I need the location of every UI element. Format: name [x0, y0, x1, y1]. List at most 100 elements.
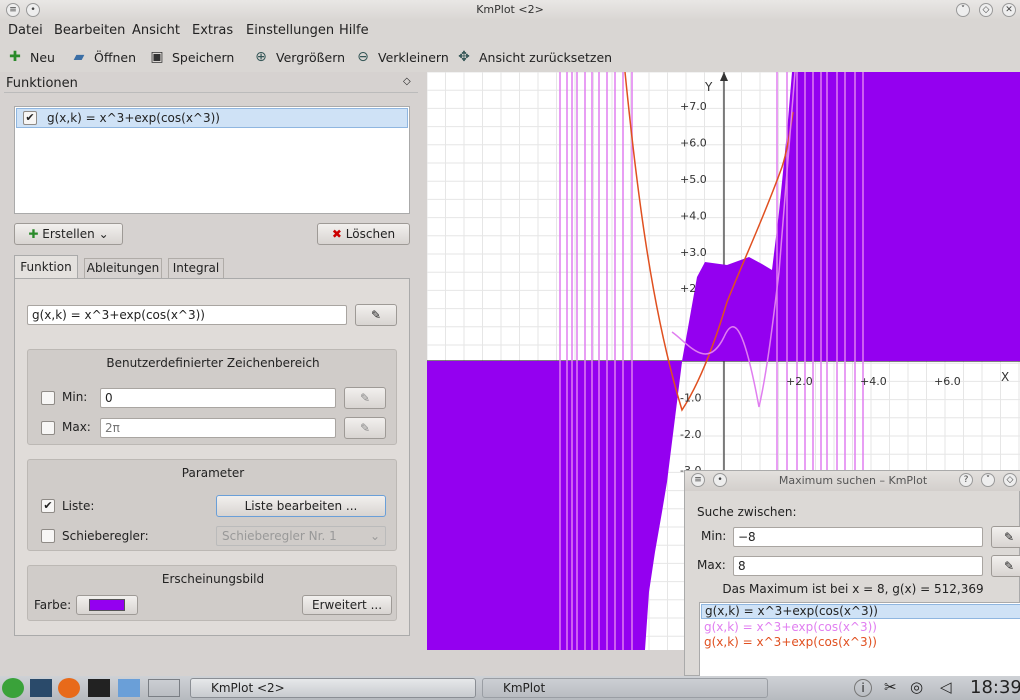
- y-tick-label: -2.0: [680, 428, 701, 441]
- dialog-max-label: Max:: [697, 558, 726, 572]
- result-text: Das Maximum ist bei x = 8, g(x) = 512,36…: [722, 582, 984, 596]
- x-tick-label: +6.0: [934, 375, 961, 388]
- create-button[interactable]: ✚ Erstellen ⌄: [14, 223, 123, 245]
- parameter-group: Parameter ✔ Liste: Liste bearbeiten ... …: [27, 459, 397, 551]
- dialog-edit-max-button[interactable]: ✎: [991, 555, 1020, 577]
- list-checkbox[interactable]: ✔: [41, 499, 55, 513]
- dialog-min-label: Min:: [701, 529, 727, 543]
- menu-extras[interactable]: Extras: [192, 23, 233, 38]
- color-button[interactable]: [76, 595, 138, 615]
- dialog-function-list: g(x,k) = x^3+exp(cos(x^3)) g(x,k) = x^3+…: [699, 602, 1020, 677]
- info-icon[interactable]: i: [854, 679, 872, 697]
- dialog-titlebar: ≡ • Maximum suchen – KmPlot ? ˅ ◇: [685, 471, 1020, 491]
- desktop-icon[interactable]: [30, 679, 52, 697]
- firefox-icon[interactable]: [58, 678, 80, 698]
- task-kmplot-2[interactable]: KmPlot <2>: [190, 678, 476, 698]
- move-icon: ✥: [458, 49, 470, 65]
- x-tick-label: +4.0: [860, 375, 887, 388]
- min-field[interactable]: 0: [100, 388, 336, 408]
- clock: 18:39: [970, 677, 1020, 698]
- panel-title: Funktionen: [6, 76, 78, 91]
- pin-icon[interactable]: •: [26, 3, 40, 17]
- max-checkbox[interactable]: [41, 421, 55, 435]
- dialog-max-field[interactable]: 8: [733, 556, 983, 576]
- list-item[interactable]: g(x,k) = x^3+exp(cos(x^3)): [701, 604, 1020, 619]
- minimize-button[interactable]: ˅: [956, 3, 970, 17]
- y-tick-label: +4.0: [680, 209, 707, 222]
- slider-checkbox[interactable]: [41, 529, 55, 543]
- network-icon[interactable]: ◎: [910, 678, 923, 696]
- edit-equation-button[interactable]: ✎: [355, 304, 397, 326]
- menu-datei[interactable]: Datei: [8, 23, 43, 38]
- menubar: Datei Bearbeiten Ansicht Extras Einstell…: [0, 20, 1020, 42]
- maximize-button[interactable]: ◇: [979, 3, 993, 17]
- files-icon[interactable]: [118, 679, 140, 697]
- folder-icon: ▰: [73, 49, 85, 65]
- zoom-out-button[interactable]: ⊖ Verkleinern: [354, 46, 449, 68]
- app-menu-icon[interactable]: ≡: [6, 3, 20, 17]
- slider-label: Schieberegler:: [62, 529, 149, 543]
- edit-max-button[interactable]: ✎: [344, 417, 386, 439]
- new-button[interactable]: ✚ Neu: [6, 46, 55, 68]
- tab-integral[interactable]: Integral: [168, 258, 224, 278]
- delete-icon: ✖: [331, 227, 346, 241]
- reset-view-button[interactable]: ✥ Ansicht zurücksetzen: [455, 46, 612, 68]
- x-axis-label: X: [1001, 370, 1009, 384]
- close-button[interactable]: ✕: [1002, 3, 1016, 17]
- add-icon: ✚: [28, 227, 43, 241]
- y-tick-label: +5.0: [680, 173, 707, 186]
- list-item[interactable]: g(x,k) = x^3+exp(cos(x^3)): [704, 620, 877, 635]
- tab-funktion[interactable]: Funktion: [14, 255, 78, 279]
- start-menu-icon[interactable]: [2, 678, 24, 698]
- equation-field[interactable]: g(x,k) = x^3+exp(cos(x^3)): [27, 305, 347, 325]
- pencil-icon: ✎: [370, 308, 382, 322]
- zoom-in-button[interactable]: ⊕ Vergrößern: [252, 46, 345, 68]
- tab-ableitungen[interactable]: Ableitungen: [84, 258, 162, 278]
- max-label: Max:: [62, 420, 91, 434]
- terminal-icon[interactable]: [88, 679, 110, 697]
- x-tick-label: +2.0: [786, 375, 813, 388]
- appearance-group: Erscheinungsbild Farbe: Erweitert ...: [27, 565, 397, 621]
- zoom-in-icon: ⊕: [255, 49, 267, 65]
- scissors-icon[interactable]: ✂: [884, 678, 897, 696]
- y-axis-arrow: [720, 72, 728, 81]
- dialog-minimize-button[interactable]: ˅: [981, 473, 995, 487]
- slider-select[interactable]: Schieberegler Nr. 1 ⌄: [216, 526, 386, 546]
- menu-bearbeiten[interactable]: Bearbeiten: [54, 23, 125, 38]
- pager-icon[interactable]: [148, 679, 180, 697]
- color-label: Farbe:: [34, 598, 72, 612]
- menu-einstellungen[interactable]: Einstellungen: [246, 23, 334, 38]
- y-tick-label: +3.0: [680, 246, 707, 259]
- task-kmplot[interactable]: KmPlot: [482, 678, 768, 698]
- list-item[interactable]: ✔ g(x,k) = x^3+exp(cos(x^3)): [16, 108, 408, 128]
- list-item[interactable]: g(x,k) = x^3+exp(cos(x^3)): [704, 635, 877, 650]
- search-label: Suche zwischen:: [697, 505, 797, 519]
- min-label: Min:: [62, 390, 88, 404]
- zoom-out-icon: ⊖: [357, 49, 369, 65]
- dialog-help-button[interactable]: ?: [959, 473, 973, 487]
- delete-button[interactable]: ✖ Löschen: [317, 223, 410, 245]
- tab-content: g(x,k) = x^3+exp(cos(x^3)) ✎ Benutzerdef…: [14, 278, 410, 636]
- dialog-edit-min-button[interactable]: ✎: [991, 526, 1020, 548]
- y-tick-label: +6.0: [680, 137, 707, 150]
- edit-min-button[interactable]: ✎: [344, 387, 386, 409]
- divider: [4, 92, 418, 93]
- dialog-min-field[interactable]: −8: [733, 527, 983, 547]
- edit-list-button[interactable]: Liste bearbeiten ...: [216, 495, 386, 517]
- save-button[interactable]: ▣ Speichern: [148, 46, 234, 68]
- advanced-button[interactable]: Erweitert ...: [302, 595, 392, 615]
- window-titlebar: KmPlot <2> ≡ • ˅ ◇ ✕: [0, 0, 1020, 20]
- dialog-maximize-button[interactable]: ◇: [1003, 473, 1017, 487]
- color-swatch: [89, 599, 125, 611]
- float-icon[interactable]: ◇: [403, 76, 411, 87]
- range-group: Benutzerdefinierter Zeichenbereich Min: …: [27, 349, 397, 445]
- volume-icon[interactable]: ◁: [940, 678, 952, 696]
- menu-hilfe[interactable]: Hilfe: [339, 23, 369, 38]
- max-field[interactable]: 2π: [100, 418, 336, 438]
- menu-ansicht[interactable]: Ansicht: [132, 23, 180, 38]
- y-tick-label: -1.0: [680, 391, 701, 404]
- function-list: ✔ g(x,k) = x^3+exp(cos(x^3)): [14, 106, 410, 214]
- min-checkbox[interactable]: [41, 391, 55, 405]
- open-button[interactable]: ▰ Öffnen: [70, 46, 136, 68]
- function-checkbox[interactable]: ✔: [23, 111, 37, 125]
